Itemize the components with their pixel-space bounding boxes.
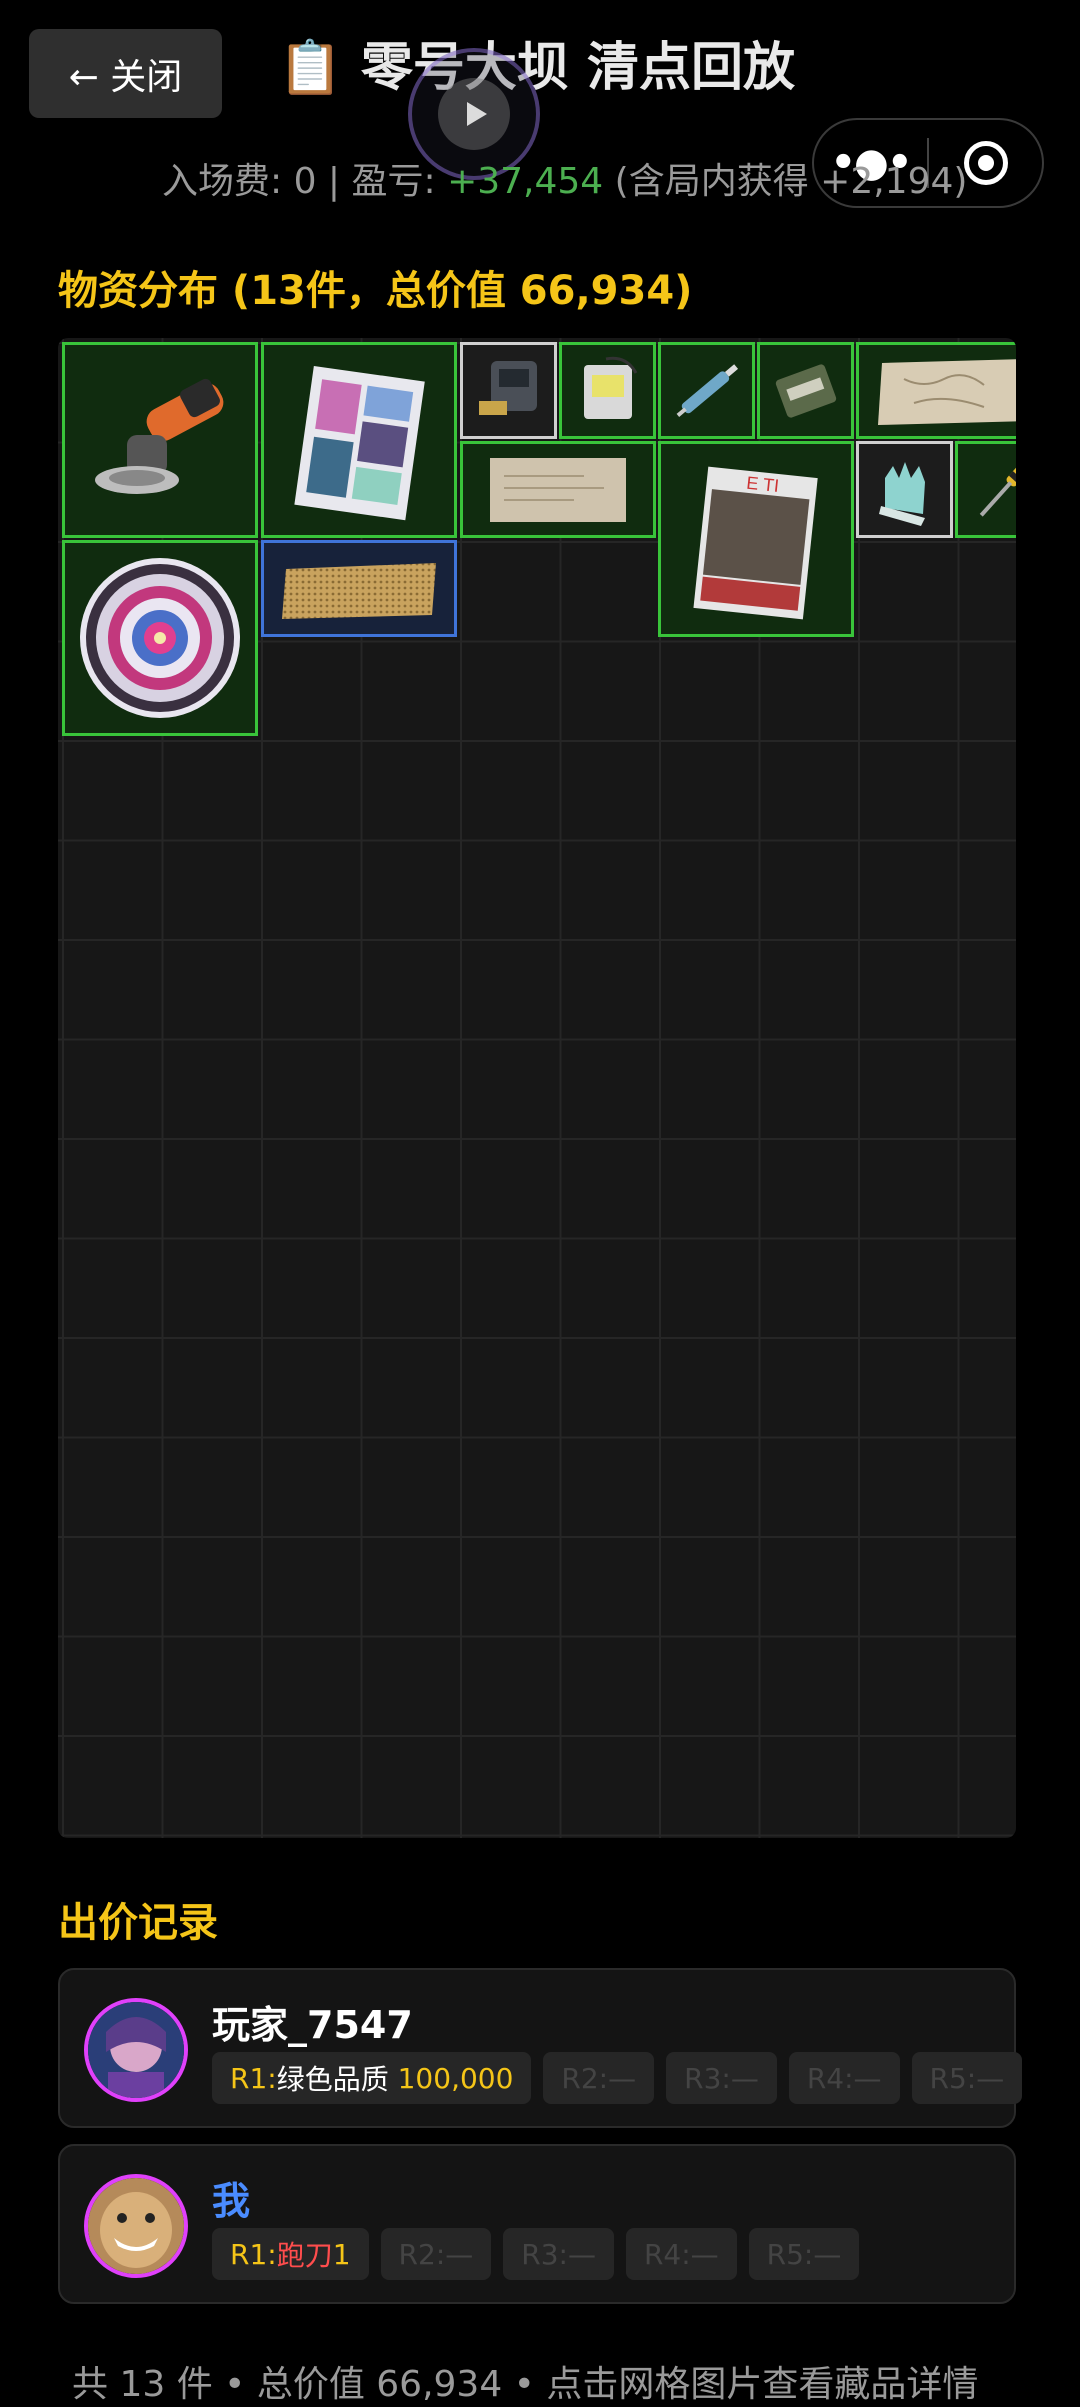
tablet-device-icon: [583, 356, 637, 419]
item-war-magazine[interactable]: E TI: [658, 441, 854, 637]
close-button[interactable]: ← 关闭: [29, 29, 222, 118]
play-icon: [438, 78, 510, 150]
bid-round-3: R3:—: [503, 2228, 614, 2280]
bid-round-1: R1: 跑刀 1: [212, 2228, 369, 2280]
bidder-name: 我: [212, 2179, 251, 2223]
item-parchment[interactable]: [460, 441, 656, 538]
round-label: R1:: [230, 2061, 277, 2095]
summary-prefix: 入场费: 0 | 盈亏:: [162, 161, 448, 202]
bid-rounds: R1: 跑刀 1 R2:— R3:— R4:— R5:—: [212, 2228, 860, 2280]
bids-title: 出价记录: [58, 1900, 218, 1946]
item-honeycomb-panel[interactable]: [261, 540, 457, 637]
bid-value: 100,000: [388, 2061, 514, 2095]
item-tablet-device[interactable]: [559, 342, 656, 439]
bid-round-4: R4:—: [625, 2228, 737, 2280]
profit-summary: 入场费: 0 | 盈亏: +37,454 (含局内获得 +2,194): [162, 152, 967, 204]
parchment-icon: [490, 457, 626, 522]
gloves-icon: [878, 461, 925, 526]
close-label: ← 关闭: [68, 56, 183, 98]
bid-strategy: 跑刀: [276, 2239, 333, 2272]
bid-record-card: 我 R1: 跑刀 1 R2:— R3:— R4:— R5:—: [58, 2144, 1016, 2304]
honeycomb-panel-icon: [282, 562, 436, 619]
inventory-grid: E TI: [58, 338, 1016, 1838]
electronic-device-icon: [478, 360, 537, 415]
bid-round-5: R5:—: [748, 2228, 860, 2280]
ration-pack-icon: [775, 363, 836, 418]
avatar: [84, 2174, 188, 2278]
item-gloves[interactable]: [856, 441, 953, 538]
bid-round-4: R4:—: [788, 2052, 900, 2104]
bid-rounds: R1: 绿色品质 100,000 R2:— R3:— R4:— R5:—: [212, 2052, 1023, 2104]
target-icon: [963, 141, 1008, 185]
avatar: [84, 1998, 188, 2102]
item-electronic-device[interactable]: [460, 342, 557, 439]
bidder-name: 玩家_7547: [212, 2003, 413, 2047]
inventory-title: 物资分布 (13件，总价值 66,934): [58, 268, 693, 314]
item-angle-grinder[interactable]: [62, 342, 258, 538]
item-decorative-plate[interactable]: [62, 540, 258, 736]
war-magazine-icon: E TI: [693, 466, 818, 620]
bid-value: 1: [332, 2237, 351, 2271]
bid-round-2: R2:—: [380, 2228, 492, 2280]
page-title: 📋 零号大坝 清点回放: [278, 37, 795, 98]
bid-round-2: R2:—: [543, 2052, 655, 2104]
decorative-plate-icon: [80, 558, 240, 718]
bid-round-5: R5:—: [911, 2052, 1023, 2104]
magazine-icon: [294, 365, 425, 521]
round-label: R1:: [230, 2237, 277, 2271]
footer-summary: 共 13 件 • 总价值 66,934 • 点击网格图片查看藏品详情: [72, 2364, 979, 2405]
profit-value: +37,454: [447, 161, 604, 202]
bid-round-3: R3:—: [666, 2052, 777, 2104]
screwdriver-icon: [979, 461, 1016, 517]
bid-quality: 绿色品质: [276, 2063, 389, 2096]
bid-round-1: R1: 绿色品质 100,000: [212, 2052, 532, 2104]
angle-grinder-icon: [95, 378, 224, 494]
item-ration-pack[interactable]: [757, 342, 854, 439]
item-syringe[interactable]: [658, 342, 755, 439]
bid-record-card: 玩家_7547 R1: 绿色品质 100,000 R2:— R3:— R4:— R…: [58, 1968, 1023, 2128]
item-old-map[interactable]: [856, 342, 1016, 439]
syringe-icon: [676, 363, 738, 417]
item-screwdriver[interactable]: [955, 441, 1016, 538]
summary-suffix: (含局内获得 +2,194): [603, 161, 968, 202]
item-magazine[interactable]: [261, 342, 457, 538]
old-map-icon: [878, 358, 1016, 425]
svg-text:E TI: E TI: [745, 473, 780, 496]
